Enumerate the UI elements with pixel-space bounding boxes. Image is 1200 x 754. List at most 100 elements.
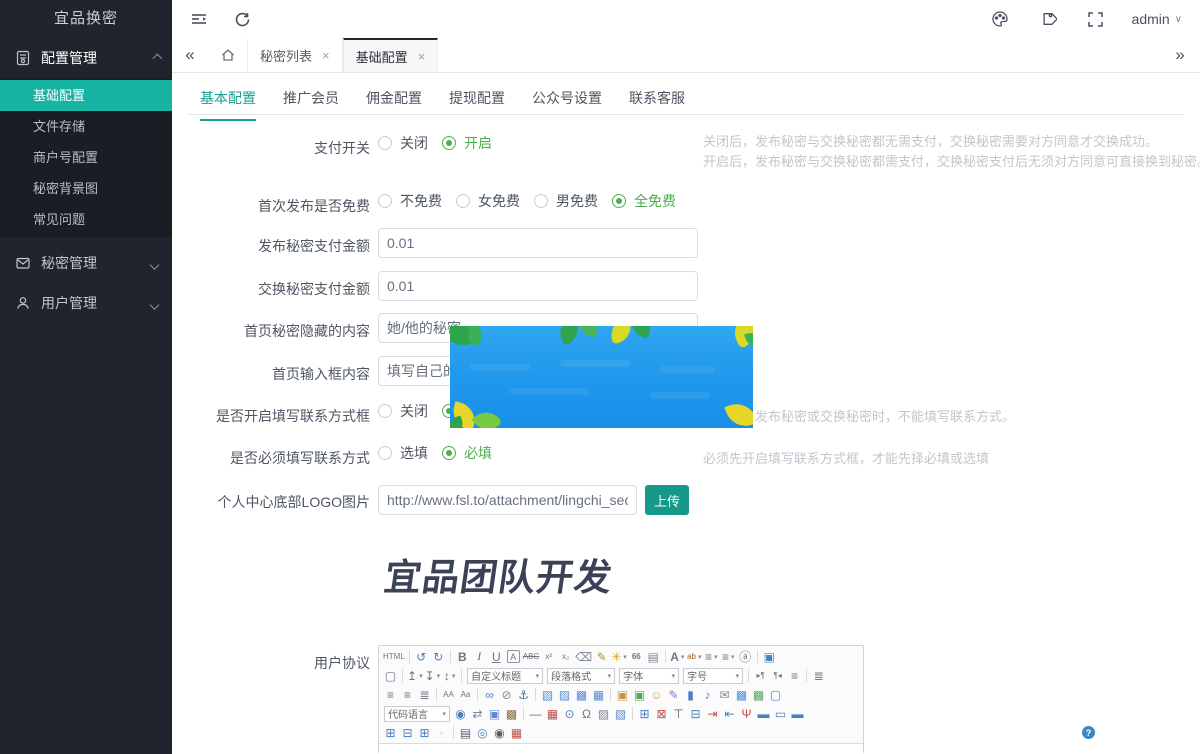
redo-icon[interactable]: ↻: [430, 648, 447, 665]
tab-official-account[interactable]: 公众号设置: [532, 88, 602, 121]
radio-circle-icon[interactable]: [534, 194, 548, 208]
link-icon[interactable]: ∞: [481, 686, 498, 703]
para-spacing-bottom-icon[interactable]: ↧▾: [424, 667, 442, 684]
radio-circle-icon[interactable]: [442, 446, 456, 460]
fullscreen-icon[interactable]: [1087, 11, 1104, 28]
radio-circle-icon[interactable]: [378, 136, 392, 150]
code-language-select[interactable]: 代码语言▾: [384, 706, 450, 722]
ltr-icon[interactable]: ▸¶: [752, 667, 769, 684]
paragraph-format-select[interactable]: 段落格式▾: [547, 668, 615, 684]
horizontal-rule-icon[interactable]: —: [527, 705, 544, 722]
justify-icon[interactable]: ≣: [810, 667, 827, 684]
sidebar-item-secret-background[interactable]: 秘密背景图: [0, 173, 172, 204]
tab-commission-config[interactable]: 佣金配置: [366, 88, 422, 121]
eraser-icon[interactable]: ⌫: [574, 648, 593, 665]
format-painter-icon[interactable]: ✎: [593, 648, 610, 665]
italic-icon[interactable]: I: [471, 648, 488, 665]
admin-menu[interactable]: admin ∨: [1132, 11, 1182, 27]
home-tab-icon[interactable]: [208, 38, 248, 72]
radio-option[interactable]: 开启: [442, 133, 492, 153]
anchor-name-icon[interactable]: ⓐ: [737, 648, 754, 665]
sidebar-group-user[interactable]: 用户管理: [0, 283, 172, 323]
line-height-icon[interactable]: ↕▾: [441, 667, 458, 684]
preview-icon[interactable]: ◎: [474, 724, 491, 741]
split-col-icon[interactable]: ⊞: [416, 724, 433, 741]
custom-title-select[interactable]: 自定义标题▾: [467, 668, 543, 684]
image-manager-icon[interactable]: ▣: [631, 686, 648, 703]
undo-icon[interactable]: ↺: [413, 648, 430, 665]
exchange-amount-input[interactable]: [378, 271, 698, 301]
merge-down-icon[interactable]: ▬: [789, 705, 806, 722]
code-paste-icon[interactable]: ⇄: [469, 705, 486, 722]
indent-icon[interactable]: ≡: [786, 667, 803, 684]
image-center-icon[interactable]: ▩: [573, 686, 590, 703]
radio-option[interactable]: 不免费: [378, 191, 442, 211]
attachment-icon[interactable]: ✉: [716, 686, 733, 703]
time-icon[interactable]: ⊙: [561, 705, 578, 722]
editor-body[interactable]: [379, 744, 863, 754]
underline-icon[interactable]: U: [488, 648, 505, 665]
special-char-icon[interactable]: Ω: [578, 705, 595, 722]
upload-button[interactable]: 上传: [645, 485, 689, 515]
tab-promotion-member[interactable]: 推广会员: [283, 88, 339, 121]
sidebar-group-config[interactable]: 配置管理: [0, 38, 172, 78]
para-spacing-top-icon[interactable]: ↥▾: [406, 667, 424, 684]
font-family-select[interactable]: 字体▾: [619, 668, 679, 684]
radio-option[interactable]: 关闭: [378, 133, 428, 153]
split-row-icon[interactable]: ⊟: [399, 724, 416, 741]
highlight-color-icon[interactable]: ab▾: [686, 648, 703, 665]
sidebar-item-merchant-config[interactable]: 商户号配置: [0, 142, 172, 173]
source-html-icon[interactable]: HTML: [382, 648, 406, 665]
delete-table-icon[interactable]: ⊠: [653, 705, 670, 722]
tabs-scroll-left-icon[interactable]: «: [172, 38, 208, 72]
collapse-menu-icon[interactable]: [190, 10, 208, 28]
insert-image-icon[interactable]: ▣: [614, 686, 631, 703]
radio-option[interactable]: 选填: [378, 443, 428, 463]
blockquote-icon[interactable]: 66: [628, 648, 645, 665]
map-icon[interactable]: ▩: [733, 686, 750, 703]
radio-circle-icon[interactable]: [456, 194, 470, 208]
code-block-icon[interactable]: ▣: [486, 705, 503, 722]
sidebar-item-file-storage[interactable]: 文件存储: [0, 111, 172, 142]
image-left-icon[interactable]: ▧: [539, 686, 556, 703]
split-cell-icon[interactable]: ⊞: [382, 724, 399, 741]
close-icon[interactable]: ×: [418, 49, 426, 64]
align-left-icon[interactable]: ≡: [382, 686, 399, 703]
rtl-icon[interactable]: ¶◂: [769, 667, 786, 684]
template-icon[interactable]: ▢: [767, 686, 784, 703]
image-inline-icon[interactable]: ▨: [556, 686, 573, 703]
new-page-icon[interactable]: ▢: [382, 667, 399, 684]
insert-code-icon[interactable]: ◉: [452, 705, 469, 722]
page-tab-basic-config[interactable]: 基础配置 ×: [343, 38, 439, 72]
radio-option[interactable]: 全免费: [612, 191, 676, 211]
sidebar-item-basic-config[interactable]: 基础配置: [0, 80, 172, 111]
align-justify-icon[interactable]: ≣: [416, 686, 433, 703]
sidebar-group-secret[interactable]: 秘密管理: [0, 243, 172, 283]
radio-option[interactable]: 关闭: [378, 401, 428, 421]
publish-amount-input[interactable]: [378, 228, 698, 258]
lowercase-icon[interactable]: Aa: [457, 686, 474, 703]
paste-plain-icon[interactable]: ▤: [645, 648, 662, 665]
scrawl-icon[interactable]: ✎: [665, 686, 682, 703]
merge-right-icon[interactable]: ▭: [772, 705, 789, 722]
radio-option[interactable]: 必填: [442, 443, 492, 463]
uppercase-icon[interactable]: AA: [440, 686, 457, 703]
radio-circle-icon[interactable]: [442, 136, 456, 150]
radio-option[interactable]: 男免费: [534, 191, 598, 211]
help-icon[interactable]: ?: [1082, 726, 1095, 739]
tab-customer-service[interactable]: 联系客服: [629, 88, 685, 121]
unlink-icon[interactable]: ⊘: [498, 686, 515, 703]
image-right-icon[interactable]: ▦: [590, 686, 607, 703]
sidebar-item-faq[interactable]: 常见问题: [0, 204, 172, 235]
insert-row-icon[interactable]: ⊟: [687, 705, 704, 722]
search-replace-icon[interactable]: ◉: [491, 724, 508, 741]
print-icon[interactable]: ▤: [457, 724, 474, 741]
strikethrough-icon[interactable]: ABC: [522, 648, 540, 665]
align-center-icon[interactable]: ≡: [399, 686, 416, 703]
date-icon[interactable]: ▦: [544, 705, 561, 722]
font-size-select[interactable]: 字号▾: [683, 668, 743, 684]
wordimage-icon[interactable]: ▧: [612, 705, 629, 722]
delete-row-icon[interactable]: ⇥: [704, 705, 721, 722]
font-border-icon[interactable]: A: [507, 650, 520, 663]
insert-col-icon[interactable]: ⇤: [721, 705, 738, 722]
